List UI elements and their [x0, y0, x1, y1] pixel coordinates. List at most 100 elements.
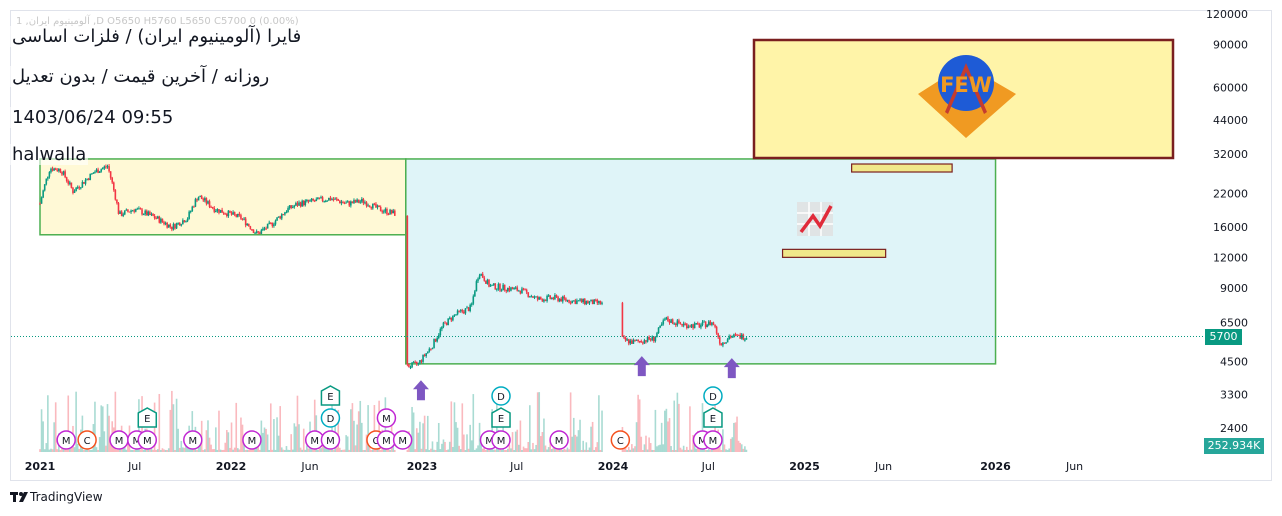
candle-body: [378, 205, 380, 207]
volume-bar: [216, 449, 219, 452]
volume-bar: [733, 422, 735, 452]
volume-bar: [582, 440, 584, 452]
candle-body: [329, 197, 332, 200]
candle-body: [409, 367, 412, 369]
candle-body: [514, 287, 517, 289]
volume-bar: [660, 422, 663, 452]
volume-bar: [172, 404, 175, 452]
candle-body: [266, 223, 269, 229]
candle-body: [571, 300, 573, 304]
candle-body: [235, 214, 238, 217]
candle-body: [670, 319, 672, 323]
candle-body: [634, 340, 636, 342]
volume-bar: [106, 404, 109, 452]
volume-bar: [646, 449, 649, 452]
candle-body: [40, 197, 43, 204]
volume-bar: [361, 422, 363, 452]
volume-bar: [510, 448, 512, 452]
candle-body: [593, 299, 595, 305]
candle-body: [320, 197, 322, 199]
volume-bar: [263, 427, 266, 452]
candle-body: [75, 187, 77, 192]
x-axis-ticks: 2021 Jul 2022 Jun 2023 Jul 2024 Jul 2025 Jun 2026 J…: [25, 460, 1083, 473]
marker-letter: M: [143, 436, 152, 447]
candle-body: [387, 214, 390, 216]
candle-body: [546, 295, 548, 301]
candle-body: [78, 187, 81, 189]
candle-body: [237, 213, 239, 217]
candle-body: [453, 314, 456, 316]
volume-bar: [101, 406, 104, 452]
candle-body: [693, 323, 696, 329]
volume-bar: [299, 447, 302, 452]
candle-body: [497, 284, 500, 289]
marker-letter: E: [498, 414, 504, 425]
x-tick-label: Jul: [509, 460, 523, 473]
volume-bar: [108, 415, 110, 452]
candle-body: [560, 298, 563, 302]
candle-body: [240, 215, 242, 219]
volume-bar: [729, 438, 732, 452]
candle-body: [681, 323, 683, 326]
volume-bar: [155, 449, 157, 452]
candle-body: [287, 208, 289, 213]
candle-body: [445, 322, 448, 326]
candle-body: [723, 342, 726, 344]
candle-body: [714, 324, 716, 327]
volume-bar: [183, 447, 186, 452]
candle-body: [582, 298, 584, 303]
volume-bar: [296, 395, 299, 452]
volume-bar: [326, 448, 329, 452]
candle-body: [496, 288, 498, 290]
candle-body: [685, 323, 688, 329]
volume-bar: [485, 449, 487, 452]
candle-body: [425, 353, 427, 356]
volume-bar: [273, 419, 275, 452]
candle-body: [306, 200, 308, 202]
candle-body: [116, 199, 118, 204]
candle-body: [301, 200, 303, 207]
volume-bar: [386, 449, 388, 452]
volume-bar: [643, 444, 646, 452]
candle-body: [222, 212, 225, 214]
candle-body: [359, 201, 362, 203]
candle-body: [579, 299, 581, 301]
volume-bar: [445, 449, 448, 452]
candle-body: [193, 206, 195, 208]
candle-body: [629, 340, 632, 344]
candle-body: [601, 302, 603, 304]
candle-body: [675, 323, 677, 326]
candle-body: [718, 337, 721, 344]
candle-body: [291, 207, 294, 209]
volume-bar: [670, 446, 672, 452]
candle-body: [455, 314, 457, 316]
volume-bar: [318, 448, 321, 452]
volume-bar: [522, 446, 525, 452]
volume-bar: [262, 432, 264, 452]
volume-bar: [676, 392, 679, 452]
tradingview-brand[interactable]: TradingView: [10, 490, 103, 504]
volume-bar: [546, 449, 548, 452]
candle-body: [106, 166, 109, 168]
volume-bar: [590, 426, 592, 452]
candle-body: [561, 296, 564, 302]
volume-bar: [631, 444, 633, 452]
candle-body: [646, 336, 649, 342]
volume-bar: [51, 449, 54, 452]
candle-body: [572, 300, 575, 302]
candle-body: [365, 202, 368, 207]
candle-body: [191, 206, 194, 211]
volume-bar: [419, 421, 421, 452]
candle-body: [430, 348, 432, 350]
candle-body: [84, 179, 87, 184]
candle-body: [114, 189, 117, 200]
candle-body: [522, 288, 525, 290]
candle-body: [207, 201, 209, 204]
volume-bar: [654, 409, 657, 452]
candle-body: [138, 208, 140, 210]
volume-bar: [505, 450, 508, 452]
candle-body: [640, 341, 643, 343]
candle-body: [185, 221, 187, 223]
volume-bar: [202, 449, 205, 452]
volume-bar: [593, 449, 595, 452]
